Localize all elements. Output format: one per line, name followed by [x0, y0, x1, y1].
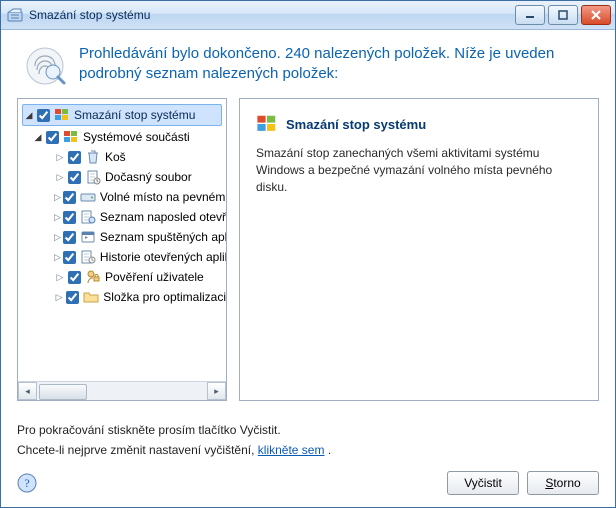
tree-label: Seznam naposled otevřených: [100, 210, 226, 224]
detail-title-row: Smazání stop systému: [256, 113, 582, 135]
header: Prohledávání bylo dokončeno. 240 nalezen…: [1, 30, 615, 98]
scroll-thumb[interactable]: [39, 384, 87, 400]
checkbox[interactable]: [66, 291, 79, 304]
tree-label: Koš: [105, 150, 126, 164]
window-title: Smazání stop systému: [29, 8, 515, 22]
settings-hint: Chcete-li nejprve změnit nastavení vyčiš…: [17, 443, 599, 457]
tree-label: Seznam spuštěných aplikací: [100, 230, 226, 244]
cancel-button[interactable]: Storno: [527, 471, 599, 495]
windows-flag-icon: [63, 129, 79, 145]
button-row: ? Vyčistit Storno: [17, 471, 599, 495]
expand-icon[interactable]: ◢: [23, 109, 35, 121]
folder-icon: [83, 289, 99, 305]
tree-label: Pověření uživatele: [105, 270, 204, 284]
tree-group[interactable]: ◢ Systémové součásti: [20, 127, 226, 147]
horizontal-scrollbar[interactable]: ◂ ▸: [18, 381, 226, 400]
settings-hint-prefix: Chcete-li nejprve změnit nastavení vyčiš…: [17, 443, 258, 457]
titlebar[interactable]: Smazání stop systému: [1, 1, 615, 30]
tree-item[interactable]: ▷ Složka pro optimalizaci: [20, 287, 226, 307]
tree-item[interactable]: ▷ Koš: [20, 147, 226, 167]
svg-text:?: ?: [24, 476, 29, 490]
tree-item[interactable]: ▷ Dočasný soubor: [20, 167, 226, 187]
checkbox[interactable]: [63, 191, 76, 204]
instruction-text: Pro pokračování stiskněte prosím tlačítk…: [17, 423, 599, 437]
tree: ◢ Smazání stop systému ◢ Systémové součá…: [18, 99, 226, 381]
tree-item[interactable]: ▷ Historie otevřených aplikací: [20, 247, 226, 267]
credentials-icon: [85, 269, 101, 285]
expand-icon[interactable]: ◢: [32, 131, 44, 143]
expand-icon[interactable]: ▷: [54, 271, 66, 283]
tree-pane: ◢ Smazání stop systému ◢ Systémové součá…: [17, 98, 227, 401]
windows-flag-icon: [54, 107, 70, 123]
scroll-right-button[interactable]: ▸: [207, 382, 226, 400]
panes: ◢ Smazání stop systému ◢ Systémové součá…: [1, 98, 615, 411]
tree-label: Volné místo na pevném disku: [100, 190, 226, 204]
checkbox[interactable]: [37, 109, 50, 122]
tree-label: Historie otevřených aplikací: [100, 250, 226, 264]
tree-item[interactable]: ▷ Seznam spuštěných aplikací: [20, 227, 226, 247]
run-list-icon: [80, 229, 96, 245]
window-controls: [515, 5, 611, 25]
tree-label: Systémové součásti: [83, 130, 190, 144]
expand-icon[interactable]: ▷: [54, 171, 66, 183]
windows-flag-icon: [256, 113, 278, 135]
checkbox[interactable]: [63, 231, 76, 244]
checkbox[interactable]: [63, 211, 76, 224]
tree-label: Složka pro optimalizaci: [103, 290, 226, 304]
detail-pane: Smazání stop systému Smazání stop zanech…: [239, 98, 599, 401]
header-text: Prohledávání bylo dokončeno. 240 nalezen…: [79, 44, 587, 85]
checkbox[interactable]: [63, 251, 76, 264]
settings-link[interactable]: klikněte sem: [258, 443, 325, 457]
detail-title: Smazání stop systému: [286, 117, 426, 132]
minimize-button[interactable]: [515, 5, 545, 25]
expand-icon[interactable]: ▷: [54, 191, 61, 203]
expand-icon[interactable]: ▷: [54, 251, 61, 263]
app-icon: [7, 7, 23, 23]
fingerprint-icon: [23, 44, 67, 88]
temp-file-icon: [85, 169, 101, 185]
scroll-left-button[interactable]: ◂: [18, 382, 37, 400]
cancel-rest: torno: [553, 476, 580, 490]
tree-label: Smazání stop systému: [74, 108, 195, 122]
recycle-bin-icon: [85, 149, 101, 165]
history-icon: [80, 249, 96, 265]
checkbox[interactable]: [68, 271, 81, 284]
detail-description: Smazání stop zanechaných všemi aktivitam…: [256, 145, 582, 195]
help-icon[interactable]: ?: [17, 473, 37, 493]
tree-label: Dočasný soubor: [105, 170, 192, 184]
tree-item[interactable]: ▷ Pověření uživatele: [20, 267, 226, 287]
settings-hint-suffix: .: [324, 443, 331, 457]
checkbox[interactable]: [46, 131, 59, 144]
scroll-track[interactable]: [37, 383, 207, 399]
tree-item[interactable]: ▷ Volné místo na pevném disku: [20, 187, 226, 207]
expand-icon[interactable]: ▷: [54, 231, 61, 243]
expand-icon[interactable]: ▷: [54, 151, 66, 163]
maximize-button[interactable]: [548, 5, 578, 25]
tree-item[interactable]: ▷ Seznam naposled otevřených: [20, 207, 226, 227]
recent-list-icon: [80, 209, 96, 225]
checkbox[interactable]: [68, 171, 81, 184]
disk-icon: [80, 189, 96, 205]
close-button[interactable]: [581, 5, 611, 25]
clean-button[interactable]: Vyčistit: [447, 471, 519, 495]
tree-root[interactable]: ◢ Smazání stop systému: [22, 104, 222, 126]
footer: Pro pokračování stiskněte prosím tlačítk…: [1, 411, 615, 507]
expand-icon[interactable]: ▷: [54, 291, 64, 303]
checkbox[interactable]: [68, 151, 81, 164]
dialog-window: Smazání stop systému Prohledávání bylo d…: [0, 0, 616, 508]
content-area: Prohledávání bylo dokončeno. 240 nalezen…: [1, 30, 615, 507]
expand-icon[interactable]: ▷: [54, 211, 61, 223]
